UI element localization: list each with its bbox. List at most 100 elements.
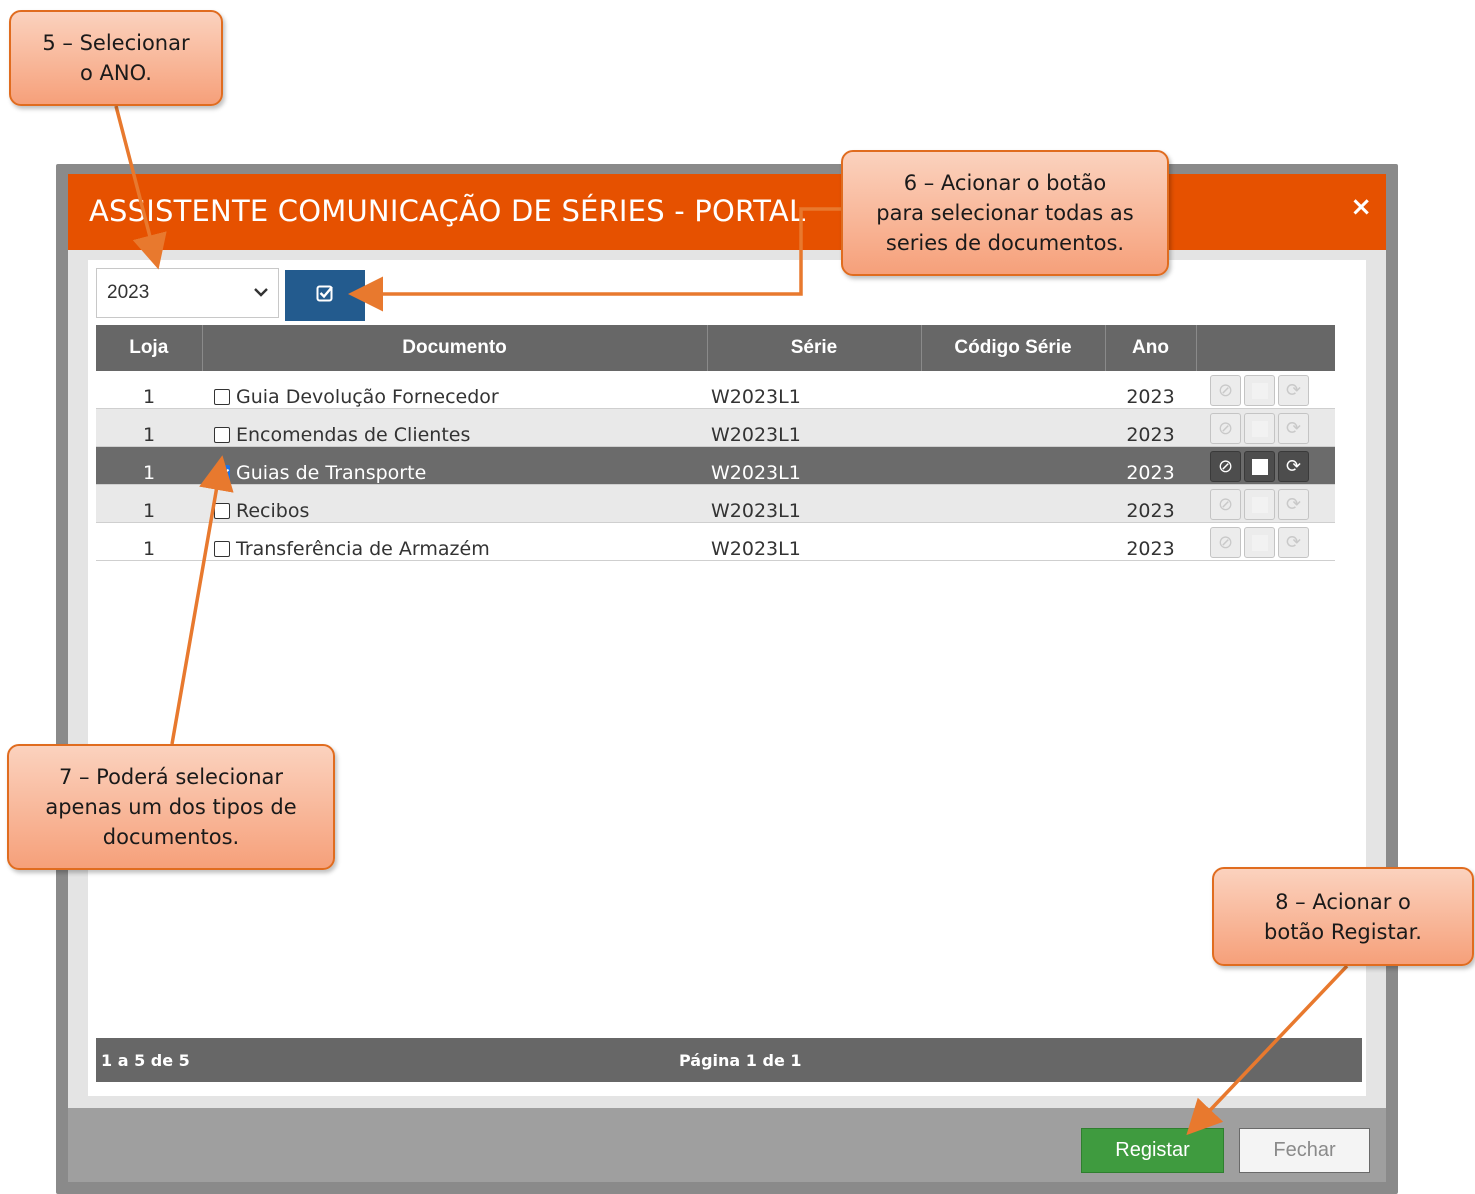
- callout-step-8: 8 – Acionar o botão Registar.: [1212, 867, 1474, 966]
- cell-serie: W2023L1: [707, 371, 921, 409]
- page-indicator: Página 1 de 1: [679, 1051, 802, 1070]
- cell-codigo-serie: [921, 408, 1105, 447]
- series-table: Loja Documento Série Código Série Ano 1 …: [96, 325, 1335, 561]
- square-icon: [1251, 420, 1268, 437]
- document-name: Encomendas de Clientes: [236, 424, 471, 446]
- dialog-body: 2023 Loja Documento Série Código Série A…: [88, 260, 1366, 1096]
- cell-documento: Guias de Transporte: [202, 446, 707, 485]
- refresh-icon[interactable]: ⟳: [1278, 413, 1309, 444]
- cell-documento: Encomendas de Clientes: [202, 408, 707, 447]
- close-icon[interactable]: ×: [1350, 192, 1372, 222]
- check-square-icon: [316, 284, 334, 307]
- callout-line: 7 – Poderá selecionar: [58, 765, 284, 789]
- cancel-icon[interactable]: ⊘: [1210, 527, 1241, 558]
- cell-ano: 2023: [1105, 446, 1196, 485]
- cell-documento: Transferência de Armazém: [202, 522, 707, 561]
- document-name: Guia Devolução Fornecedor: [236, 386, 499, 408]
- cell-serie: W2023L1: [707, 522, 921, 561]
- square-icon: [1251, 458, 1268, 475]
- cancel-icon[interactable]: ⊘: [1210, 451, 1241, 482]
- dialog-footer: Registar Fechar: [68, 1108, 1386, 1182]
- col-header-codigo-serie[interactable]: Código Série: [921, 325, 1106, 371]
- record-count: 1 a 5 de 5: [101, 1051, 190, 1070]
- square-icon: [1251, 496, 1268, 513]
- col-header-actions: [1196, 325, 1335, 371]
- cell-serie: W2023L1: [707, 446, 921, 485]
- cell-codigo-serie: [921, 446, 1105, 485]
- stop-button[interactable]: [1244, 527, 1275, 558]
- register-button[interactable]: Registar: [1081, 1128, 1224, 1173]
- cell-actions: ⊘ ⟳: [1196, 371, 1335, 409]
- chevron-down-icon: [254, 285, 268, 301]
- cell-codigo-serie: [921, 522, 1105, 561]
- cell-codigo-serie: [921, 371, 1105, 409]
- cell-loja: 1: [96, 371, 202, 409]
- cell-actions: ⊘ ⟳: [1196, 522, 1335, 561]
- table-row[interactable]: 1 Encomendas de Clientes W2023L1 2023 ⊘ …: [96, 408, 1335, 447]
- row-checkbox[interactable]: [214, 427, 230, 443]
- col-header-serie[interactable]: Série: [707, 325, 922, 371]
- cancel-icon[interactable]: ⊘: [1210, 413, 1241, 444]
- cell-loja: 1: [96, 446, 202, 485]
- cell-loja: 1: [96, 522, 202, 561]
- table-row-selected[interactable]: 1 Guias de Transporte W2023L1 2023 ⊘ ⟳: [96, 446, 1335, 485]
- document-name: Recibos: [236, 500, 310, 522]
- refresh-icon[interactable]: ⟳: [1278, 451, 1309, 482]
- col-header-loja[interactable]: Loja: [96, 325, 203, 371]
- cell-actions: ⊘ ⟳: [1196, 408, 1335, 447]
- cell-ano: 2023: [1105, 408, 1196, 447]
- table-header-row: Loja Documento Série Código Série Ano: [96, 325, 1335, 371]
- cell-actions: ⊘ ⟳: [1196, 446, 1335, 485]
- cell-documento: Recibos: [202, 484, 707, 523]
- cell-serie: W2023L1: [707, 484, 921, 523]
- refresh-icon[interactable]: ⟳: [1278, 375, 1309, 406]
- cell-loja: 1: [96, 408, 202, 447]
- callout-line: 5 – Selecionar: [42, 31, 190, 55]
- row-checkbox[interactable]: [214, 465, 230, 481]
- table-row[interactable]: 1 Guia Devolução Fornecedor W2023L1 2023…: [96, 371, 1335, 409]
- callout-line: documentos.: [102, 825, 240, 849]
- row-checkbox[interactable]: [214, 389, 230, 405]
- dialog-title: ASSISTENTE COMUNICAÇÃO DE SÉRIES - PORTA…: [89, 194, 806, 228]
- callout-step-6: 6 – Acionar o botão para selecionar todas…: [841, 150, 1169, 276]
- table-row[interactable]: 1 Recibos W2023L1 2023 ⊘ ⟳: [96, 484, 1335, 523]
- callout-line: apenas um dos tipos de: [45, 795, 297, 819]
- year-select-value: 2023: [107, 282, 150, 303]
- cell-ano: 2023: [1105, 484, 1196, 523]
- cell-serie: W2023L1: [707, 408, 921, 447]
- cell-loja: 1: [96, 484, 202, 523]
- col-header-ano[interactable]: Ano: [1105, 325, 1197, 371]
- dialog-header: ASSISTENTE COMUNICAÇÃO DE SÉRIES - PORTA…: [68, 174, 1386, 250]
- cell-actions: ⊘ ⟳: [1196, 484, 1335, 523]
- cell-ano: 2023: [1105, 522, 1196, 561]
- stop-button[interactable]: [1244, 451, 1275, 482]
- cell-documento: Guia Devolução Fornecedor: [202, 371, 707, 409]
- stop-button[interactable]: [1244, 413, 1275, 444]
- table-row[interactable]: 1 Transferência de Armazém W2023L1 2023 …: [96, 522, 1335, 561]
- stop-button[interactable]: [1244, 375, 1275, 406]
- stop-button[interactable]: [1244, 489, 1275, 520]
- cancel-icon[interactable]: ⊘: [1210, 489, 1241, 520]
- square-icon: [1251, 534, 1268, 551]
- callout-step-7: 7 – Poderá selecionar apenas um dos tipos…: [7, 744, 335, 870]
- close-button[interactable]: Fechar: [1239, 1128, 1370, 1173]
- callout-line: o ANO.: [80, 61, 152, 85]
- callout-step-5: 5 – Selecionar o ANO.: [9, 10, 223, 106]
- row-checkbox[interactable]: [214, 541, 230, 557]
- refresh-icon[interactable]: ⟳: [1278, 489, 1309, 520]
- callout-line: botão Registar.: [1264, 919, 1422, 944]
- cancel-icon[interactable]: ⊘: [1210, 375, 1241, 406]
- refresh-icon[interactable]: ⟳: [1278, 527, 1309, 558]
- col-header-documento[interactable]: Documento: [202, 325, 708, 371]
- square-icon: [1251, 382, 1268, 399]
- select-all-button[interactable]: [285, 270, 365, 321]
- callout-line: para selecionar todas as: [876, 201, 1134, 225]
- pager-bar: 1 a 5 de 5 Página 1 de 1: [96, 1038, 1362, 1082]
- year-select[interactable]: 2023: [96, 268, 279, 318]
- row-checkbox[interactable]: [214, 503, 230, 519]
- document-name: Transferência de Armazém: [236, 538, 490, 560]
- callout-line: 6 – Acionar o botão: [903, 171, 1107, 195]
- series-dialog: ASSISTENTE COMUNICAÇÃO DE SÉRIES - PORTA…: [68, 174, 1386, 1182]
- cell-codigo-serie: [921, 484, 1105, 523]
- cell-ano: 2023: [1105, 371, 1196, 409]
